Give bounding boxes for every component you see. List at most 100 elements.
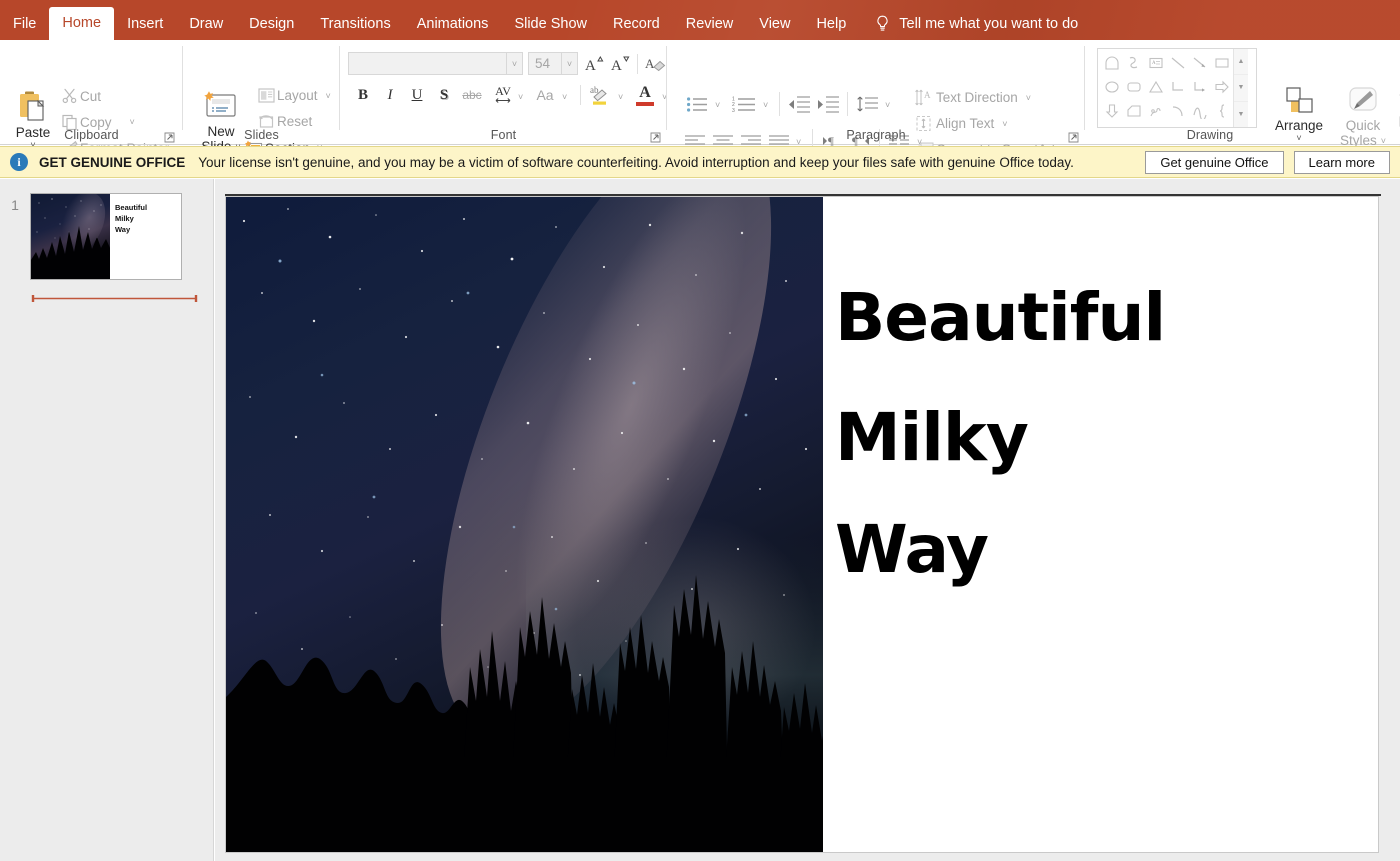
slide-thumbnail-1[interactable]: Beautiful Milky Way <box>30 193 182 280</box>
slide-picture-milky-way[interactable] <box>226 197 823 852</box>
text-direction-icon: A <box>912 89 936 106</box>
numbering-chevron-down-icon[interactable]: ˅ <box>763 100 768 110</box>
quick-styles-button[interactable]: Quick Styles ˅ <box>1333 86 1393 148</box>
character-spacing-button[interactable]: AV <box>490 81 516 107</box>
text-highlight-color-button[interactable]: ab <box>587 82 613 108</box>
font-divider-1 <box>637 54 638 74</box>
numbering-button[interactable]: 123 <box>730 93 758 115</box>
decrease-indent-button[interactable] <box>786 93 812 115</box>
line-spacing-button[interactable] <box>854 93 880 115</box>
shape-outline-button[interactable]: Shap <box>1396 114 1400 130</box>
tab-view[interactable]: View <box>746 8 803 40</box>
tab-draw[interactable]: Draw <box>176 8 236 40</box>
reset-button[interactable]: Reset <box>255 114 312 129</box>
strikethrough-button[interactable]: abc <box>459 84 485 106</box>
shapes-gallery-scrollbar[interactable]: ▲ ▼ ▼ <box>1233 49 1248 127</box>
shape-textbox-icon[interactable]: A <box>1145 51 1167 75</box>
get-genuine-office-button[interactable]: Get genuine Office <box>1145 150 1284 174</box>
increase-indent-button[interactable] <box>815 93 841 115</box>
paragraph-dialog-launcher-icon[interactable] <box>1068 130 1079 143</box>
tab-help[interactable]: Help <box>803 8 859 40</box>
shape-circle-icon[interactable] <box>1101 75 1123 99</box>
slide-number: 1 <box>11 197 19 213</box>
shapes-gallery[interactable]: A ▲ ▼ ▼ <box>1097 48 1257 128</box>
shape-oval-partial-icon[interactable] <box>1101 51 1123 75</box>
layout-button[interactable]: Layout ˅ <box>255 88 331 103</box>
shape-rounded-rectangle-icon[interactable] <box>1123 75 1145 99</box>
shape-curve-icon[interactable] <box>1189 99 1211 123</box>
thumbnail-title-line-1: Beautiful <box>115 203 148 212</box>
shape-down-arrow-icon[interactable] <box>1101 99 1123 123</box>
increase-font-size-button[interactable]: A <box>583 53 605 75</box>
change-case-chevron-down-icon[interactable]: ˅ <box>562 92 567 102</box>
bullets-chevron-down-icon[interactable]: ˅ <box>715 100 720 110</box>
shapes-scroll-up-icon[interactable]: ▲ <box>1234 49 1248 76</box>
shape-fill-button[interactable]: Shap <box>1396 88 1400 104</box>
font-color-button[interactable]: A <box>632 82 658 108</box>
text-highlight-chevron-down-icon[interactable]: ˅ <box>618 92 623 102</box>
slide-editor-area[interactable]: Beautiful Milky Way <box>215 179 1400 861</box>
info-icon: i <box>10 153 28 171</box>
shape-arrow-line-icon[interactable] <box>1189 51 1211 75</box>
shapes-gallery-more-icon[interactable]: ▼ <box>1234 101 1248 127</box>
font-size-chevron-down-icon[interactable]: ˅ <box>561 53 577 74</box>
font-name-input[interactable]: ˅ <box>348 52 523 75</box>
slide-thumbnail-pane[interactable]: 1 Beautiful Milky Way <box>0 179 214 861</box>
tab-home[interactable]: Home <box>49 7 115 40</box>
thumbnail-title-line-2: Milky <box>115 214 134 223</box>
shape-line-icon[interactable] <box>1167 51 1189 75</box>
svg-text:A: A <box>585 58 596 73</box>
shape-arc-icon[interactable] <box>1167 99 1189 123</box>
font-size-input[interactable]: 54 ˅ <box>528 52 578 75</box>
learn-more-button[interactable]: Learn more <box>1293 150 1390 174</box>
tab-animations[interactable]: Animations <box>404 8 502 40</box>
slide-title-line-3: Way <box>835 511 989 588</box>
tab-insert[interactable]: Insert <box>114 8 176 40</box>
shape-elbow-connector-icon[interactable] <box>1167 75 1189 99</box>
change-case-button[interactable]: Aa <box>532 84 558 106</box>
tab-file[interactable]: File <box>0 8 49 40</box>
tell-me-search[interactable]: Tell me what you want to do <box>875 8 1078 40</box>
shape-rectangle-icon[interactable] <box>1211 51 1233 75</box>
tab-design[interactable]: Design <box>236 8 307 40</box>
thumbnail-measure-indicator <box>31 290 198 302</box>
decrease-font-size-button[interactable]: A <box>609 53 631 75</box>
shapes-grid: A <box>1098 49 1233 127</box>
slide-title-placeholder[interactable]: Beautiful Milky Way <box>823 197 1378 852</box>
bold-button[interactable]: B <box>352 84 374 106</box>
tab-transitions[interactable]: Transitions <box>307 8 403 40</box>
text-direction-button[interactable]: A Text Direction ˅ <box>912 89 1031 106</box>
align-text-chevron-down-icon[interactable]: ˅ <box>1002 119 1007 129</box>
font-dialog-launcher-icon[interactable] <box>650 130 661 143</box>
bullets-button[interactable] <box>684 93 710 115</box>
tab-review[interactable]: Review <box>673 8 747 40</box>
svg-text:A: A <box>645 56 655 71</box>
shape-pentagon-icon[interactable] <box>1123 99 1145 123</box>
cut-button[interactable]: Cut <box>60 88 101 104</box>
quick-styles-chevron-down-icon[interactable]: ˅ <box>1381 136 1386 146</box>
shape-freeform-icon[interactable] <box>1145 99 1167 123</box>
clear-formatting-button[interactable]: A <box>643 53 667 75</box>
character-spacing-chevron-down-icon[interactable]: ˅ <box>518 92 523 102</box>
slide-canvas[interactable]: Beautiful Milky Way <box>225 194 1381 853</box>
layout-chevron-down-icon[interactable]: ˅ <box>326 91 331 101</box>
copy-chevron-down-icon[interactable]: ˅ <box>130 117 135 127</box>
text-shadow-button[interactable]: S <box>433 84 455 106</box>
underline-button[interactable]: U <box>406 84 428 106</box>
tab-slide-show[interactable]: Slide Show <box>501 8 600 40</box>
new-slide-icon <box>200 90 242 122</box>
tab-record[interactable]: Record <box>600 8 673 40</box>
italic-button[interactable]: I <box>379 84 401 106</box>
font-name-chevron-down-icon[interactable]: ˅ <box>506 53 522 74</box>
shape-block-arrow-icon[interactable] <box>1211 75 1233 99</box>
line-spacing-chevron-down-icon[interactable]: ˅ <box>885 100 890 110</box>
paragraph-divider-1 <box>779 92 780 116</box>
text-direction-chevron-down-icon[interactable]: ˅ <box>1026 93 1031 103</box>
shape-triangle-icon[interactable] <box>1145 75 1167 99</box>
shapes-scroll-down-icon[interactable]: ▼ <box>1234 75 1248 102</box>
shape-scribble-icon[interactable] <box>1123 51 1145 75</box>
shape-brace-icon[interactable] <box>1211 99 1233 123</box>
new-slide-button[interactable]: New Slide ˅ <box>195 90 247 154</box>
clipboard-dialog-launcher-icon[interactable] <box>164 130 175 143</box>
shape-elbow-arrow-icon[interactable] <box>1189 75 1211 99</box>
